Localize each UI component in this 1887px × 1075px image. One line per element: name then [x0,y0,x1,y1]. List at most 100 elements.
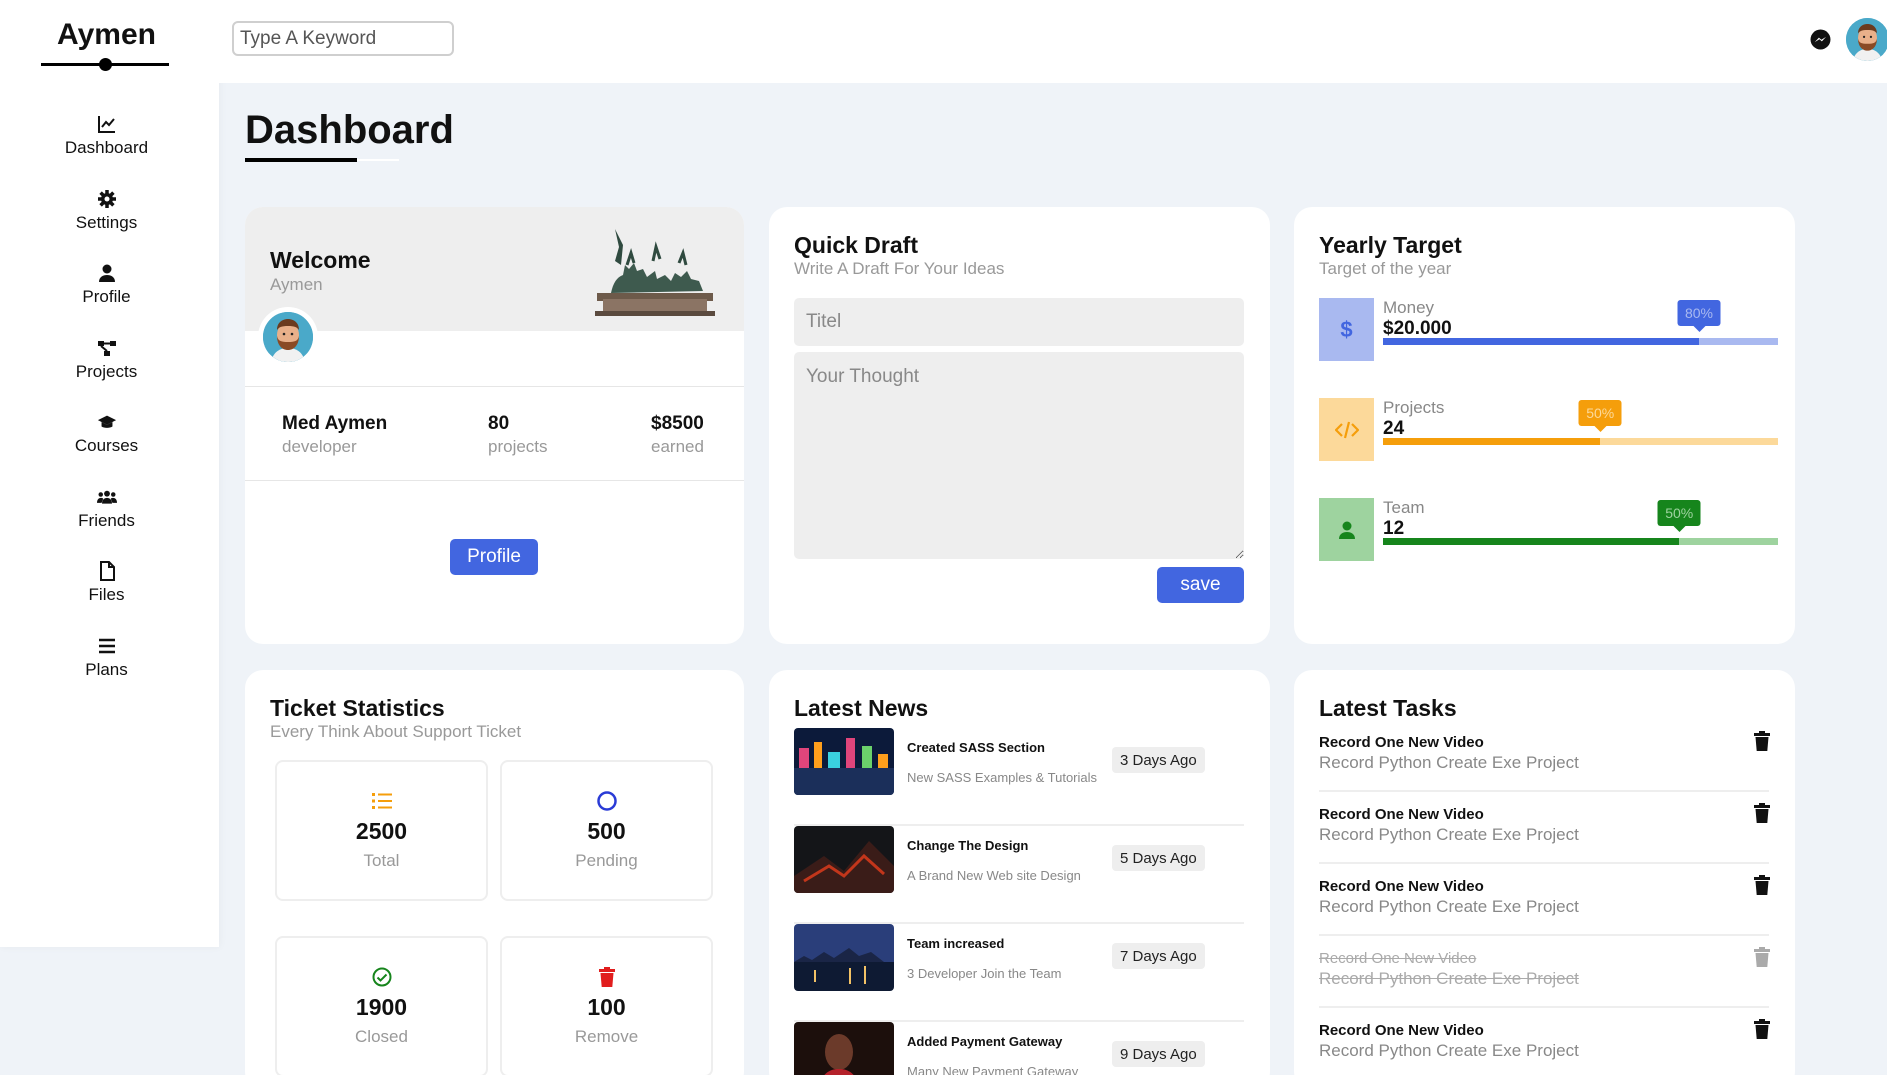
target-progress-fill [1383,338,1699,345]
news-date-badge: 7 Days Ago [1112,943,1205,969]
users-icon [96,490,117,504]
news-item[interactable]: Team increased 3 Developer Join the Team… [794,924,1244,1022]
sidebar-item-plans[interactable]: Plans [0,636,213,711]
news-thumbnail [794,1022,894,1075]
card-title: Latest Tasks [1319,695,1457,721]
task-subtitle: Record Python Create Exe Project [1319,897,1579,916]
task-subtitle: Record Python Create Exe Project [1319,969,1579,988]
news-description: Many New Payment Gateway [907,1064,1079,1075]
task-title: Record One New Video [1319,1022,1484,1039]
divider [245,386,744,387]
sidebar-item-label: Plans [85,659,128,679]
ticket-value: 100 [587,994,626,1020]
quick-draft-card: Quick Draft Write A Draft For Your Ideas… [769,207,1270,644]
latest-tasks-card: Latest Tasks Record One New Video Record… [1294,670,1795,1075]
target-label: Money [1383,298,1435,317]
trash-icon[interactable] [1753,730,1771,752]
news-item[interactable]: Change The Design A Brand New Web site D… [794,826,1244,924]
target-row-projects: Projects 24 50% [1319,398,1779,461]
news-thumbnail [794,924,894,991]
target-value: $20.000 [1383,318,1452,339]
news-title: Team increased [907,936,1005,951]
sidebar-item-settings[interactable]: Settings [0,189,213,264]
welcome-header: Welcome Aymen [245,207,744,331]
messenger-icon[interactable] [1810,29,1831,50]
target-percent-badge: 50% [1657,500,1701,532]
news-thumbnail [794,728,894,795]
welcome-stat-name: Med Aymen developer [282,413,387,457]
stat-label: earned [651,437,704,456]
target-percent-badge: 80% [1677,300,1721,332]
news-description: 3 Developer Join the Team [907,966,1062,981]
sidebar-item-files[interactable]: Files [0,561,213,636]
ticket-label: Closed [355,1027,408,1046]
target-label: Team [1383,498,1425,517]
welcome-avatar[interactable] [258,307,318,367]
task-item: Record One New Video Record Python Creat… [1319,792,1771,864]
file-icon [99,561,115,581]
trash-icon[interactable] [1753,874,1771,896]
task-title: Record One New Video [1319,734,1484,751]
ticket-box-closed: 1900 Closed [275,936,488,1075]
sidebar-item-dashboard[interactable]: Dashboard [0,114,213,189]
stat-label: projects [488,437,548,456]
sidebar-item-projects[interactable]: Projects [0,338,213,413]
news-date-badge: 3 Days Ago [1112,747,1205,773]
draft-title-input[interactable] [794,298,1244,346]
news-item[interactable]: Created SASS Section New SASS Examples &… [794,728,1244,826]
target-value: 12 [1383,518,1405,539]
trash-icon[interactable] [1753,946,1771,968]
trash-icon [598,967,615,987]
page-title-underline [245,158,357,162]
brand-underline-dot [99,58,112,71]
target-progress-fill [1383,438,1601,445]
welcome-title: Welcome [270,247,371,273]
task-title: Record One New Video [1319,878,1484,895]
trash-icon[interactable] [1753,1018,1771,1040]
user-icon [98,264,115,282]
ticket-box-pending: 500 Pending [500,760,713,901]
target-progress-track: 80% [1383,300,1778,345]
search-input[interactable] [232,21,454,56]
stat-value: $8500 [651,413,704,434]
welcome-card: Welcome Aymen Med Aymen developer 80 pro… [245,207,744,644]
chart-line-icon [97,116,115,133]
code-icon [1319,398,1374,461]
news-date-badge: 9 Days Ago [1112,1041,1205,1067]
gear-icon [97,189,116,208]
news-title: Added Payment Gateway [907,1034,1063,1049]
ticket-value: 1900 [355,994,408,1020]
draft-body-textarea[interactable] [794,352,1244,559]
sidebar-item-label: Courses [74,436,139,455]
target-progress-track: 50% [1383,500,1778,545]
task-item: Record One New Video Record Python Creat… [1319,1008,1771,1075]
bars-icon [98,638,115,653]
sidebar-item-courses[interactable]: Courses [0,412,213,487]
sidebar-item-friends[interactable]: Friends [0,487,213,562]
news-description: A Brand New Web site Design [907,868,1081,883]
spinner-icon [596,791,617,811]
target-percent-badge: 50% [1578,400,1622,432]
task-subtitle: Record Python Create Exe Project [1319,1041,1579,1060]
top-header [219,0,1887,83]
card-subtitle: Every Think About Support Ticket [270,722,522,741]
card-subtitle: Target of the year [1319,259,1452,278]
news-thumbnail [794,826,894,893]
diagram-project-icon [97,340,116,356]
sidebar-item-profile[interactable]: Profile [0,263,213,338]
page-title-underline-accent [357,159,399,161]
save-button[interactable]: save [1157,567,1244,603]
target-label: Projects [1383,398,1445,417]
avatar-icon[interactable] [1846,18,1887,61]
stat-value: Med Aymen [282,413,388,434]
task-subtitle: Record Python Create Exe Project [1319,753,1579,772]
profile-button[interactable]: Profile [450,539,538,575]
news-item[interactable]: Added Payment Gateway Many New Payment G… [794,1022,1244,1075]
latest-news-card: Latest News Created SASS Section New SAS… [769,670,1270,1075]
ticket-statistics-card: Ticket Statistics Every Think About Supp… [245,670,744,1075]
ticket-value: 500 [587,818,626,844]
welcome-stat-earned: $8500 earned [651,413,704,457]
trash-icon[interactable] [1753,802,1771,824]
page-title: Dashboard [245,108,454,152]
ticket-box-total: 2500 Total [275,760,488,901]
